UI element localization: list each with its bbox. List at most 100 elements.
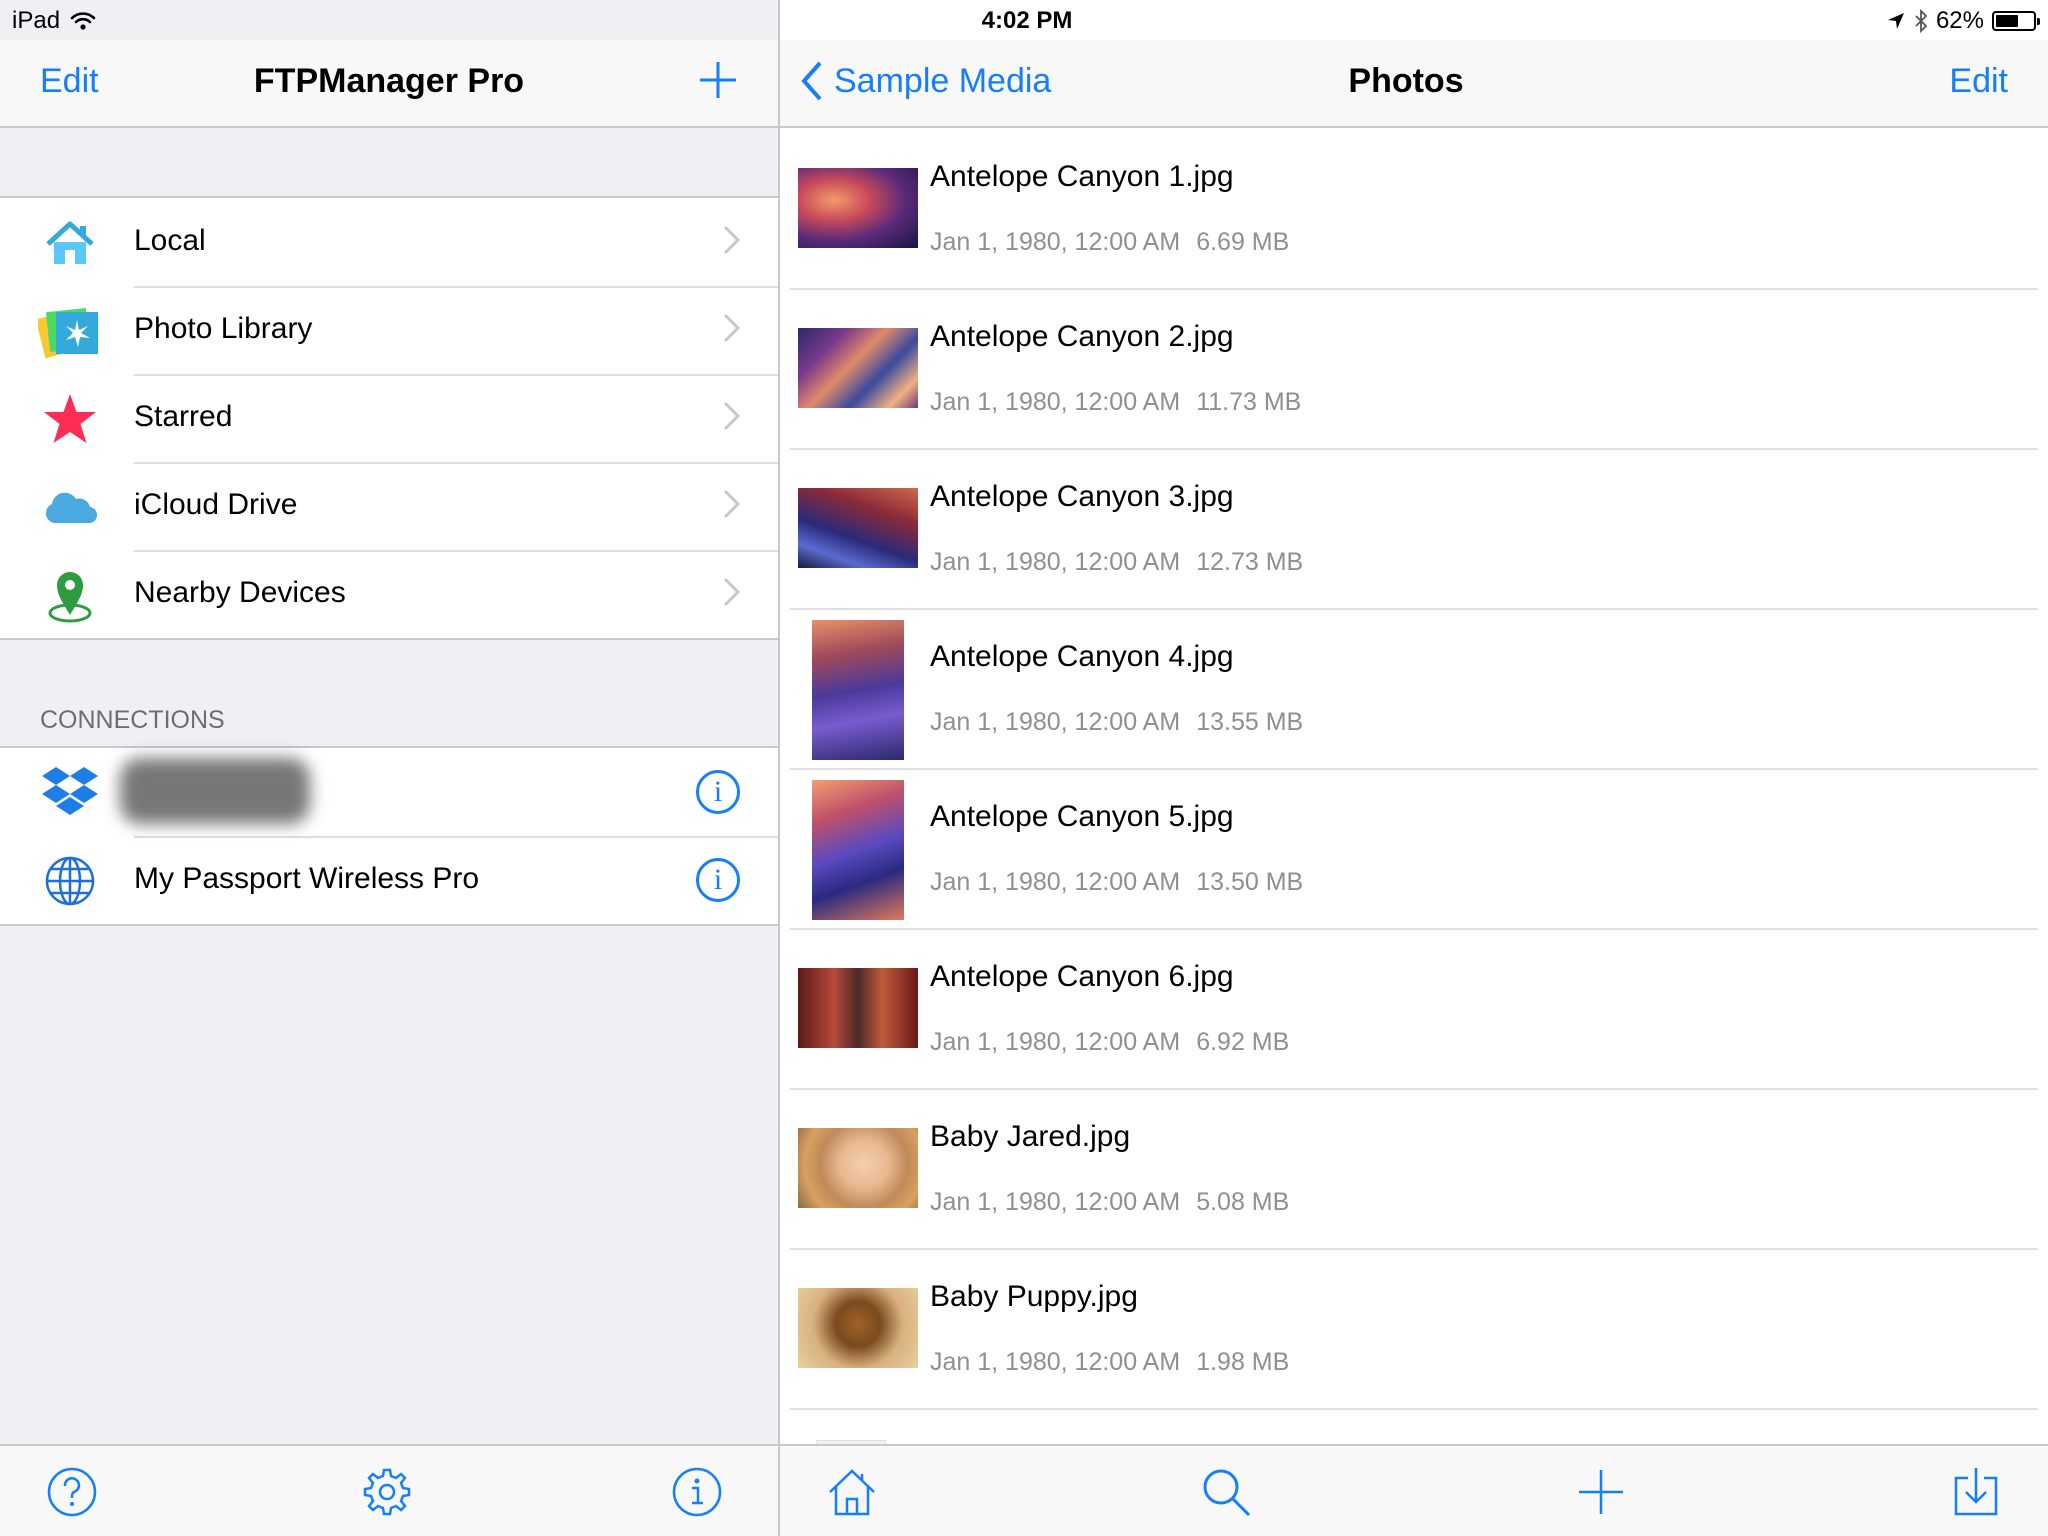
file-size: 6.69 MB [1196,228,1290,256]
globe-icon [38,854,102,908]
file-name: Antelope Canyon 2.jpg [930,320,1234,353]
file-date: Jan 1, 1980, 12:00 AM [930,388,1181,416]
file-name: Antelope Canyon 5.jpg [930,800,1234,833]
file-name: Antelope Canyon 1.jpg [930,160,1234,193]
file-thumbnail [798,168,918,248]
file-meta: Jan 1, 1980, 12:00 AM 6.92 MB [930,1028,1305,1057]
file-name: Baby Puppy.jpg [930,1280,1138,1313]
page-title: Photos [1348,62,1464,100]
add-connection-button[interactable] [696,58,740,111]
file-name: Antelope Canyon 6.jpg [930,960,1234,993]
file-size: 6.92 MB [1196,1028,1290,1056]
file-meta: Jan 1, 1980, 12:00 AM 11.73 MB [930,388,1317,417]
file-date: Jan 1, 1980, 12:00 AM [930,548,1181,576]
blurred-account-name [120,758,310,824]
file-size: 13.55 MB [1196,708,1304,736]
info-icon[interactable]: i [696,858,740,902]
file-row[interactable]: Antelope Canyon 5.jpg Jan 1, 1980, 12:00… [780,770,2048,930]
file-date: Jan 1, 1980, 12:00 AM [930,708,1181,736]
dropbox-icon [38,766,102,820]
gear-icon [363,1468,411,1516]
file-thumbnail [798,488,918,568]
location-pin-icon [38,568,102,623]
file-list: Antelope Canyon 1.jpg Jan 1, 1980, 12:00… [780,130,2048,1444]
download-tray-icon [1954,1468,1998,1516]
file-row[interactable]: Antelope Canyon 4.jpg Jan 1, 1980, 12:00… [780,610,2048,770]
file-row[interactable]: Antelope Canyon 6.jpg Jan 1, 1980, 12:00… [780,930,2048,1090]
file-row[interactable]: Baby Puppy.jpg Jan 1, 1980, 12:00 AM 1.98… [780,1250,2048,1410]
file-meta: Jan 1, 1980, 12:00 AM 1.98 MB [930,1348,1305,1377]
sidebar-item-label: iCloud Drive [134,488,298,521]
status-right: 62% [1886,7,2040,35]
sidebar-item-label: Nearby Devices [134,576,346,609]
file-thumbnail [798,1128,918,1208]
sidebar-item-label: Local [134,224,206,257]
status-bar: iPad 4:02 PM 62% [0,0,2048,40]
detail-pane: Sample Media Photos Edit Antelope Canyon… [780,0,2048,1536]
file-meta: Jan 1, 1980, 12:00 AM 13.50 MB [930,868,1319,897]
file-row[interactable]: Antelope Canyon 1.jpg Jan 1, 1980, 12:00… [780,130,2048,290]
file-meta: Jan 1, 1980, 12:00 AM 12.73 MB [930,548,1319,577]
chevron-right-icon [723,225,741,255]
connections-header: CONNECTIONS [40,706,225,734]
plus-icon [1579,1470,1623,1514]
chevron-right-icon [723,401,741,431]
sidebar-item-icloud-drive[interactable]: iCloud Drive [0,462,778,550]
detail-edit-button[interactable]: Edit [1949,62,2008,101]
file-date: Jan 1, 1980, 12:00 AM [930,868,1181,896]
file-row[interactable] [780,1410,2048,1444]
connection-my-passport[interactable]: My Passport Wireless Pro i [0,836,778,924]
search-icon [1203,1469,1251,1517]
file-thumbnail [798,1288,918,1368]
chevron-right-icon [723,489,741,519]
sidebar-item-nearby-devices[interactable]: Nearby Devices [0,550,778,638]
file-size: 13.50 MB [1196,868,1304,896]
file-row[interactable]: Antelope Canyon 3.jpg Jan 1, 1980, 12:00… [780,450,2048,610]
home-icon [38,216,102,270]
star-icon [38,392,102,446]
locations-list: Local Photo Library Starred iCloud Drive… [0,196,778,640]
help-button[interactable] [44,1464,100,1520]
file-row[interactable]: Antelope Canyon 2.jpg Jan 1, 1980, 12:00… [780,290,2048,450]
sidebar-pane: Edit FTPManager Pro Local Photo Library [0,0,778,1536]
plus-icon [700,62,736,98]
file-name: Antelope Canyon 3.jpg [930,480,1234,513]
info-icon[interactable]: i [696,770,740,814]
connection-label: My Passport Wireless Pro [134,862,480,895]
file-meta: Jan 1, 1980, 12:00 AM 13.55 MB [930,708,1319,737]
home-button[interactable] [824,1464,880,1520]
file-size: 5.08 MB [1196,1188,1290,1216]
file-thumbnail [798,328,918,408]
search-button[interactable] [1198,1464,1254,1520]
sidebar-item-local[interactable]: Local [0,198,778,286]
file-name: Baby Jared.jpg [930,1120,1131,1153]
file-date: Jan 1, 1980, 12:00 AM [930,228,1181,256]
file-meta: Jan 1, 1980, 12:00 AM 6.69 MB [930,228,1305,257]
help-icon [47,1467,97,1517]
app-title: FTPManager Pro [253,62,525,100]
bluetooth-icon [1915,9,1928,33]
file-row[interactable]: Baby Jared.jpg Jan 1, 1980, 12:00 AM 5.08… [780,1090,2048,1250]
cloud-icon [38,480,102,534]
add-button[interactable] [1573,1464,1629,1520]
settings-button[interactable] [359,1464,415,1520]
file-size: 12.73 MB [1196,548,1304,576]
sidebar-item-photo-library[interactable]: Photo Library [0,286,778,374]
file-date: Jan 1, 1980, 12:00 AM [930,1028,1181,1056]
detail-toolbar [780,1444,2048,1536]
connections-list: i My Passport Wireless Pro i [0,746,778,926]
sidebar-item-starred[interactable]: Starred [0,374,778,462]
sidebar-item-label: Photo Library [134,312,313,345]
file-date: Jan 1, 1980, 12:00 AM [930,1348,1181,1376]
home-icon [829,1469,875,1516]
file-thumbnail [798,968,918,1048]
file-thumbnail [812,620,904,760]
status-time: 4:02 PM [981,7,1073,34]
sidebar-navbar: Edit FTPManager Pro [0,40,778,128]
about-button[interactable] [669,1464,725,1520]
connection-dropbox[interactable]: i [0,748,778,836]
detail-navbar: Sample Media Photos Edit [780,40,2048,128]
import-button[interactable] [1948,1464,2004,1520]
battery-icon [1992,11,2040,31]
file-size: 1.98 MB [1196,1348,1290,1376]
